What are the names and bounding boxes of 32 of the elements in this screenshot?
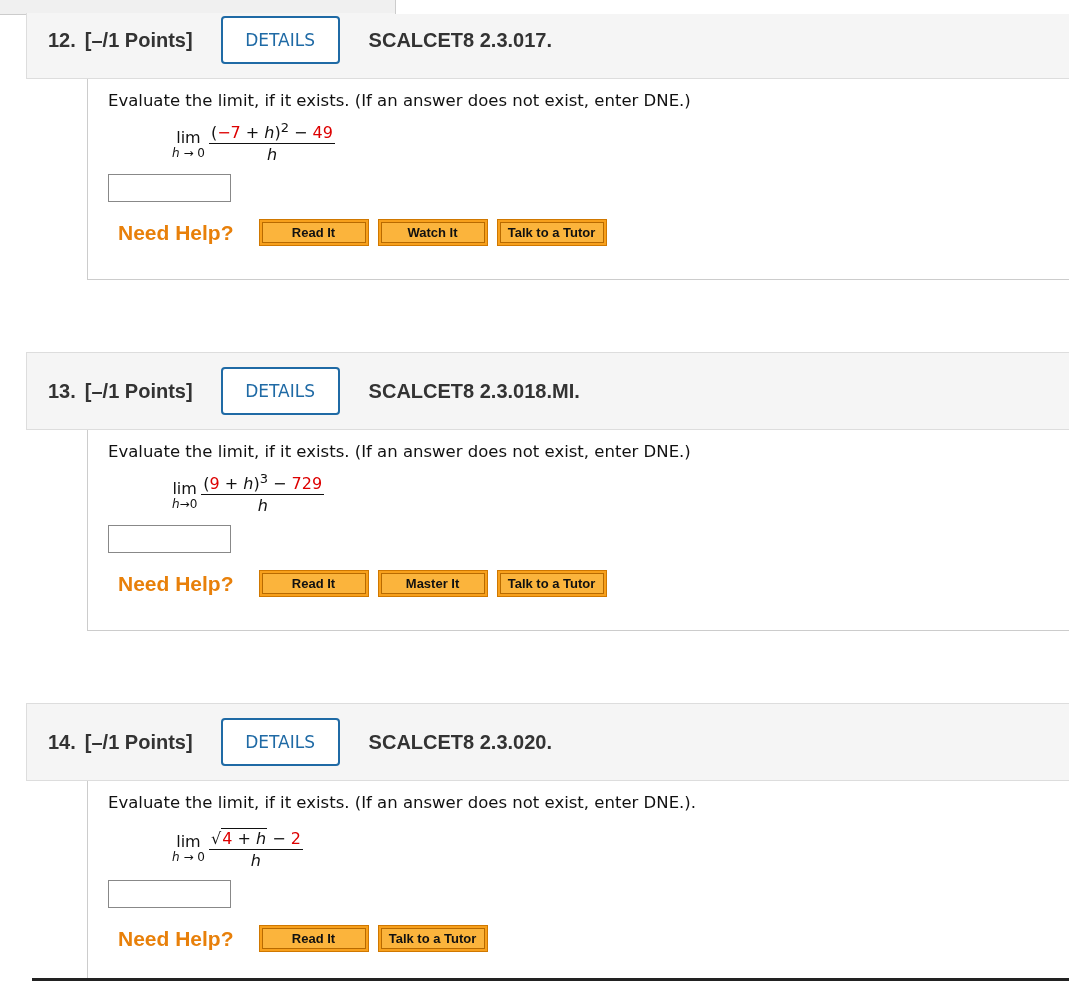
help-button[interactable]: Talk to a Tutor [496,219,607,246]
need-help-label: Need Help? [118,220,234,245]
help-button[interactable]: Read It [258,219,369,246]
details-button[interactable]: DETAILS [220,16,340,64]
question-prompt: Evaluate the limit, if it exists. (If an answer does not exist, enter DNE.) [108,91,691,111]
question-prompt: Evaluate the limit, if it exists. (If an answer does not exist, enter DNE.) [108,442,691,462]
problem-code: SCALCET8 2.3.020. [368,730,553,754]
help-button[interactable]: Read It [258,570,369,597]
help-button[interactable]: Read It [258,925,369,952]
details-button[interactable]: DETAILS [220,367,340,415]
question-number: 13. [48,379,76,403]
limit-expression: lim h → 0 √4 + h − 2 h [172,825,1069,872]
points-label: [–/1 Points] [84,379,193,403]
help-button[interactable]: Talk to a Tutor [377,925,488,952]
help-button[interactable]: Master It [377,570,488,597]
limit-expression: lim h→0 (9 + h)$^{3}$ − 729 h [172,474,326,517]
problem-code: SCALCET8 2.3.017. [368,28,553,52]
points-label: [–/1 Points] [84,730,193,754]
answer-field[interactable] [108,880,231,908]
question-prompt: Evaluate the limit, if it exists. (If an answer does not exist, enter DNE.). [108,793,696,813]
need-help-label: Need Help? [118,571,234,596]
limit-expression: lim h → 0 (−7 + h)$^{2}$ − 49 h [172,123,336,166]
answer-field[interactable] [108,174,231,202]
details-button[interactable]: DETAILS [220,718,340,766]
help-button[interactable]: Watch It [377,219,488,246]
help-button[interactable]: Talk to a Tutor [496,570,607,597]
question-number: 12. [48,28,76,52]
question-number: 14. [48,730,76,754]
answer-field[interactable] [108,525,231,553]
points-label: [–/1 Points] [84,28,193,52]
problem-code: SCALCET8 2.3.018.MI. [368,379,580,403]
need-help-label: Need Help? [118,926,234,951]
